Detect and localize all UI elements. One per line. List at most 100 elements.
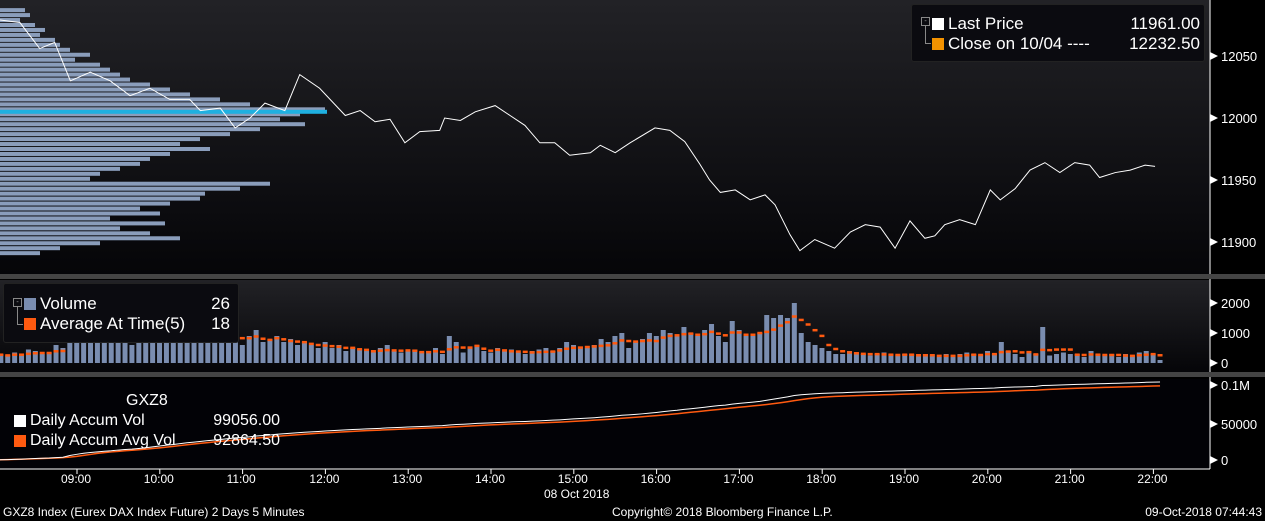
profile-bar [0, 186, 240, 191]
volume-bar [295, 345, 301, 363]
volume-bar [729, 321, 735, 363]
y-tick-marker [1210, 381, 1218, 389]
avg-marker [605, 344, 611, 347]
avg-marker [633, 340, 639, 343]
volume-bar [833, 354, 839, 363]
profile-bar [0, 171, 100, 176]
avg-marker [764, 330, 770, 334]
profile-bar [0, 8, 25, 13]
volume-bar [1143, 351, 1149, 363]
avg-marker [1019, 351, 1025, 354]
volume-bar [798, 333, 804, 363]
avg-marker [909, 353, 915, 356]
tree-line [925, 26, 931, 44]
volume-bar [743, 336, 749, 363]
volume-bar [364, 351, 370, 363]
avg-marker [943, 354, 949, 358]
avg-marker [281, 338, 287, 341]
volume-bar [916, 355, 922, 363]
volume-bar [750, 336, 756, 363]
panel-divider-2[interactable] [0, 372, 1265, 377]
profile-bar [0, 151, 170, 156]
avg-marker [495, 348, 501, 352]
avg-marker [267, 338, 273, 342]
profile-bar [0, 211, 160, 216]
volume-bar [591, 345, 597, 363]
y-tick-marker [1210, 456, 1218, 464]
panel-divider-1[interactable] [0, 274, 1265, 279]
avg-marker [239, 336, 245, 340]
profile-bar [0, 47, 70, 52]
avg-marker [640, 339, 646, 343]
footer-timestamp: 09-Oct-2018 07:44:43 [1145, 505, 1262, 519]
volume-bar [612, 336, 618, 363]
avg-marker [1026, 350, 1032, 354]
volume-bar [784, 318, 790, 363]
volume-bar [460, 352, 466, 363]
avg-marker [950, 354, 956, 358]
volume-swatch [24, 298, 36, 310]
avg-marker [619, 339, 625, 342]
accum-label: Daily Accum Vol [30, 412, 145, 429]
profile-bar [0, 226, 120, 231]
avg-marker [253, 335, 259, 338]
volume-bar [715, 336, 721, 363]
volume-label: Volume [40, 294, 97, 313]
avg-marker [709, 330, 715, 334]
volume-bar [626, 348, 632, 363]
volume-bar [895, 355, 901, 363]
avg-marker [460, 346, 466, 349]
avg-marker [398, 349, 404, 352]
avg-marker [274, 336, 280, 340]
avg-marker [357, 348, 363, 351]
avg-marker [584, 345, 590, 349]
profile-bar [0, 246, 60, 251]
volume-bar [646, 333, 652, 363]
y-tick-marker [1210, 238, 1218, 246]
avg-marker [1005, 350, 1011, 353]
avg-marker [1047, 348, 1053, 352]
avg-marker [978, 353, 984, 357]
profile-bar [0, 236, 180, 241]
collapse-icon[interactable]: - [13, 298, 22, 307]
last-price-swatch [932, 18, 944, 30]
volume-bar [543, 348, 549, 363]
profile-bar [0, 32, 40, 37]
volume-bar [488, 352, 494, 363]
collapse-icon[interactable]: - [921, 17, 930, 26]
volume-bar [1067, 354, 1073, 363]
volume-bar [736, 330, 742, 363]
avg-marker [985, 352, 991, 356]
avg-marker [626, 339, 632, 343]
avg-marker [1012, 350, 1018, 353]
x-tick-label: 20:00 [971, 472, 1002, 486]
avg-marker [998, 350, 1004, 354]
avg-marker [46, 351, 52, 355]
avg-marker [364, 348, 370, 352]
volume-bar [709, 324, 715, 363]
avg-marker [936, 354, 942, 358]
profile-bar [0, 201, 170, 206]
avg-marker [515, 350, 521, 353]
profile-bar [0, 122, 305, 127]
avg-marker [757, 331, 763, 335]
avg-marker [840, 350, 846, 353]
avg-marker [439, 350, 445, 354]
volume-bar [343, 351, 349, 363]
profile-bar [0, 13, 30, 18]
avg-marker [1102, 353, 1108, 357]
avg-marker [971, 353, 977, 356]
y-tick-label: 0 [1221, 356, 1228, 371]
avg-marker [922, 354, 928, 357]
avg-marker [322, 344, 328, 347]
avg-marker [1116, 353, 1122, 357]
volume-bar [598, 339, 604, 363]
profile-bar [0, 156, 150, 161]
avg-marker [902, 353, 908, 356]
volume-bar [667, 333, 673, 363]
avg-marker [784, 320, 790, 324]
x-tick-label: 16:00 [640, 472, 671, 486]
volume-bar [467, 348, 473, 363]
avg-marker [1088, 353, 1094, 356]
y-tick-marker [1210, 420, 1218, 428]
